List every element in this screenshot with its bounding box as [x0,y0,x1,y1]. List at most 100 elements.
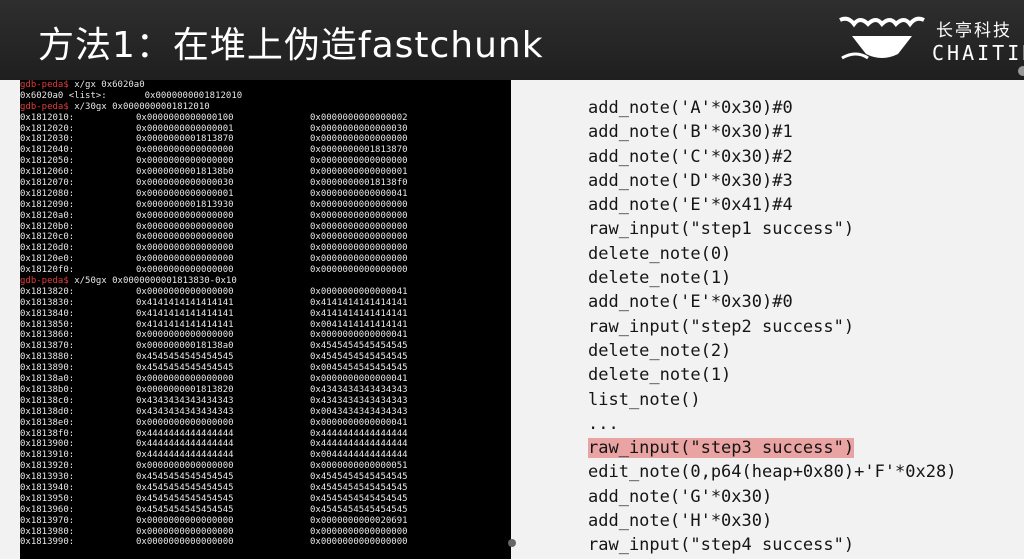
memory-value: 0x0000000000000041 [310,286,408,297]
memory-value: 0x0000000000000000 [136,265,234,276]
memory-row: 0x18120a0: 0x0000000000000000 0x0000000000… [20,211,511,222]
memory-address: 0x1813970: [20,515,75,526]
memory-value: 0x4444444444444444 [136,439,234,450]
memory-address: 0x18138f0: [20,428,75,439]
memory-value: 0x0000000001813870 [136,134,234,145]
memory-row: 0x18120e0: 0x0000000000000000 0x0000000000… [20,254,511,265]
memory-value: 0x0000000000000000 [310,232,408,243]
code-line: add_note('C'*0x30)#2 [588,145,956,169]
memory-row: 0x1813920: 0x0000000000000000 0x0000000000… [20,461,511,472]
memory-address: 0x1813860: [20,330,75,341]
memory-row: 0x1812010: 0x0000000000000100 0x0000000000… [20,113,511,124]
memory-row: 0x18120d0: 0x0000000000000000 0x0000000000… [20,243,511,254]
memory-value: 0x4545454545454545 [136,472,234,483]
memory-address: 0x1813960: [20,504,75,515]
memory-value: 0x4444444444444444 [136,450,234,461]
memory-address: 0x1813910: [20,450,75,461]
code-text: list_note() [588,389,701,410]
memory-value: 0x0000000000000000 [136,526,234,537]
memory-row: 0x18138b0: 0x0000000001813820 0x4343434343… [20,385,511,396]
memory-value: 0x0000000000020691 [310,515,408,526]
memory-value: 0x0000000000000000 [136,232,234,243]
memory-row: 0x1813830: 0x4141414141414141 0x4141414141… [20,298,511,309]
memory-row: 0x1812030: 0x0000000001813870 0x0000000000… [20,134,511,145]
memory-value: 0x4444444444444444 [310,428,408,439]
memory-row: 0x18138c0: 0x4343434343434343 0x4343434343… [20,396,511,407]
memory-value: 0x0041414141414141 [310,319,408,330]
highlighted-code-line: raw_input("step3 success") [588,436,956,460]
memory-value: 0x0000000000000000 [310,210,408,221]
code-text: delete_note(2) [588,340,732,361]
memory-row: 0x1813900: 0x4444444444444444 0x4444444444… [20,439,511,450]
memory-address: 0x1813870: [20,341,75,352]
gdb-prompt: gdb-peda$ [20,80,69,90]
code-text: raw_input("step2 success") [588,316,855,337]
memory-value: 0x00000000018138b0 [136,167,234,178]
memory-row: 0x1813980: 0x0000000000000000 0x0000000000… [20,527,511,538]
memory-address: 0x18120b0: [20,221,75,232]
memory-value: 0x4444444444444444 [310,439,408,450]
memory-value: 0x0000000000000000 [310,199,408,210]
memory-value: 0x0000000000000000 [136,254,234,265]
memory-value: 0x0044444444444444 [310,450,408,461]
memory-value: 0x4141414141414141 [310,308,408,319]
memory-value: 0x4545454545454545 [310,472,408,483]
memory-value: 0x4545454545454545 [136,352,234,363]
memory-address: 0x1812080: [20,188,75,199]
memory-value: 0x0000000000000000 [136,145,234,156]
terminal-command-line: gdb-peda$ x/30gx 0x0000000001812010 [20,102,511,113]
memory-value: 0x0000000000000041 [310,188,408,199]
memory-value: 0x0000000000000001 [136,123,234,134]
code-text: ... [588,413,619,434]
memory-address: 0x1812070: [20,178,75,189]
logo-chinese-text: 长亭科技 [936,21,1012,41]
memory-row: 0x1813950: 0x4545454545454545 0x4545454545… [20,494,511,505]
memory-value: 0x4141414141414141 [310,297,408,308]
memory-address: 0x1812040: [20,145,75,156]
memory-row: 0x1813940: 0x4545454545454545 0x4545454545… [20,483,511,494]
code-line: add_note('B'*0x30)#1 [588,120,956,144]
memory-row: 0x18138e0: 0x0000000000000000 0x0000000000… [20,418,511,429]
memory-address: 0x1812030: [20,134,75,145]
memory-row: 0x18138d0: 0x4343434343434343 0x0043434343… [20,407,511,418]
code-text: add_note('A'*0x30)#0 [588,98,793,118]
memory-value: 0x4343434343434343 [310,395,408,406]
memory-row: 0x18120b0: 0x0000000000000000 0x0000000000… [20,222,511,233]
memory-value: 0x4343434343434343 [136,395,234,406]
memory-row: 0x1813990: 0x0000000000000000 0x0000000000… [20,537,511,548]
memory-row: 0x1813860: 0x0000000000000000 0x0000000000… [20,330,511,341]
code-line: add_note('E'*0x30)#0 [588,290,956,314]
memory-value: 0x0000000000000002 [310,112,408,123]
memory-address: 0x1812090: [20,199,75,210]
code-text: add_note('E'*0x41)#4 [588,195,793,216]
memory-address: 0x1813940: [20,482,75,493]
code-line: add_note('A'*0x30)#0 [588,96,956,120]
memory-row: 0x1812040: 0x0000000000000000 0x0000000001… [20,145,511,156]
memory-address: 0x1813930: [20,472,75,483]
code-text: raw_input("step4 success") [588,535,855,556]
code-text: add_note('G'*0x30) [588,486,773,507]
memory-address: 0x18138b0: [20,384,75,395]
memory-value: 0x0000000000000000 [310,243,408,254]
memory-row: 0x1813970: 0x0000000000000000 0x0000000000… [20,516,511,527]
chaitin-logo: 长亭科技 CHAITIN [838,14,1024,70]
code-line: list_note() [588,388,956,412]
logo-english-text: CHAITIN [932,41,1024,65]
memory-row: 0x1813880: 0x4545454545454545 0x4545454545… [20,352,511,363]
memory-row: 0x1813870: 0x00000000018138a0 0x4545454545… [20,341,511,352]
memory-value: 0x0000000001813820 [136,384,234,395]
code-line: raw_input("step4 success") [588,533,956,557]
memory-value: 0x0000000001813930 [136,199,234,210]
code-line: add_note('D'*0x30)#3 [588,169,956,193]
memory-address: 0x1812020: [20,123,75,134]
memory-value: 0x0043434343434343 [310,406,408,417]
memory-value: 0x0000000000000000 [136,461,234,472]
memory-value: 0x0000000001813870 [310,145,408,156]
slide-header: 方法1：在堆上伪造fastchunk 长亭科技 CHAITIN [0,0,1024,80]
code-line: raw_input("step1 success") [588,217,956,241]
memory-value: 0x0000000000000000 [310,537,408,548]
gdb-prompt: gdb-peda$ [20,101,69,112]
memory-row: 0x1813840: 0x4141414141414141 0x4141414141… [20,309,511,320]
memory-row: 0x1813930: 0x4545454545454545 0x4545454545… [20,472,511,483]
memory-row: 0x1812050: 0x0000000000000000 0x0000000000… [20,156,511,167]
